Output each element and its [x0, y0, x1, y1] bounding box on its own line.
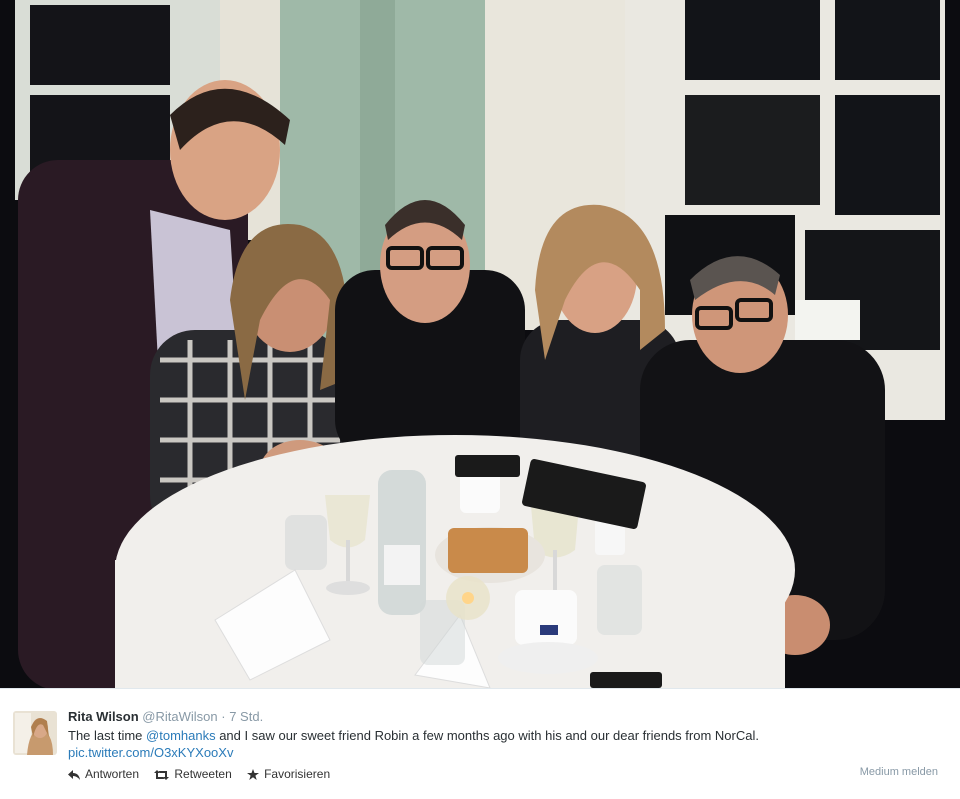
media-link[interactable]: pic.twitter.com/O3xKYXooXv [68, 745, 233, 760]
tweet-text-part1: The last time [68, 728, 147, 743]
favorite-label: Favorisieren [264, 767, 331, 781]
author-name[interactable]: Rita Wilson [68, 709, 139, 724]
report-media-link[interactable]: Medium melden [860, 766, 938, 778]
tweet-header: Rita Wilson @RitaWilson · 7 Std. [68, 709, 928, 725]
tweet-content: Rita Wilson @RitaWilson · 7 Std. The las… [68, 709, 928, 761]
reply-label: Antworten [85, 767, 140, 781]
tweet-actions: Antworten Retweeten Favorisieren [68, 767, 342, 781]
mention-link[interactable]: @tomhanks [146, 728, 216, 743]
retweet-label: Retweeten [174, 767, 232, 781]
reply-button[interactable]: Antworten [68, 767, 139, 781]
tweet-card: Rita Wilson @RitaWilson · 7 Std. The las… [0, 688, 960, 799]
author-handle[interactable]: @RitaWilson [142, 709, 217, 724]
header-separator: · [221, 709, 226, 724]
photo-image [0, 0, 960, 688]
reply-icon [68, 770, 80, 780]
favorite-button[interactable]: Favorisieren [247, 767, 330, 781]
star-icon [247, 769, 260, 780]
retweet-icon [154, 770, 170, 780]
author-avatar[interactable] [13, 711, 57, 755]
retweet-button[interactable]: Retweeten [154, 767, 232, 781]
tweet-timestamp[interactable]: 7 Std. [229, 709, 263, 724]
tweet-photo[interactable] [0, 0, 960, 688]
tweet-text: The last time @tomhanks and I saw our sw… [68, 727, 918, 761]
avatar-image [13, 711, 57, 755]
tweet-text-part2: and I saw our sweet friend Robin a few m… [215, 728, 759, 743]
